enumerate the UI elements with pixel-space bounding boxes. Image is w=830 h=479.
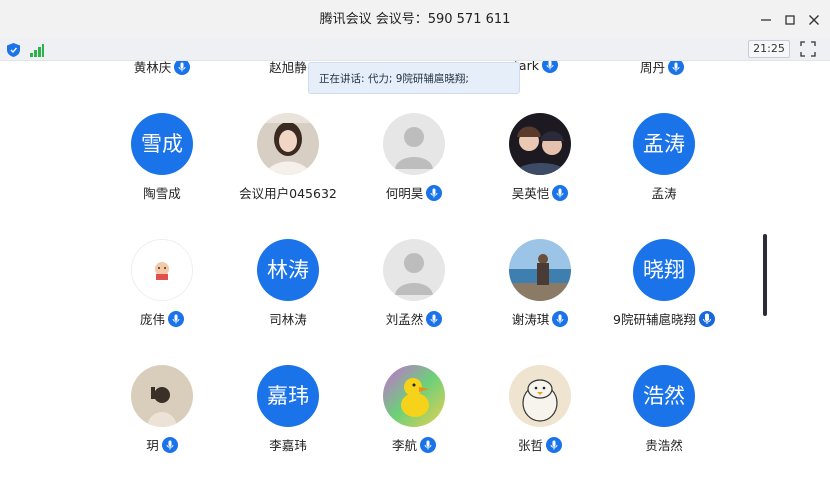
avatar: 孟涛: [633, 113, 695, 175]
participant-tile[interactable]: 嘉玮 李嘉玮: [226, 365, 350, 475]
default-avatar-icon: [383, 113, 445, 175]
avatar: 浩然: [633, 365, 695, 427]
participant-tile[interactable]: 张哲: [478, 365, 602, 475]
minimize-button[interactable]: [756, 10, 776, 30]
participant-tile[interactable]: 庞伟: [100, 239, 224, 349]
mic-icon: [174, 61, 191, 75]
avatar: [509, 365, 571, 427]
participant-name: 赵旭静: [269, 61, 307, 75]
participant-name: 司林涛: [269, 312, 307, 327]
participant-tile[interactable]: 刘孟然: [352, 239, 476, 349]
participant-tile[interactable]: 李航: [352, 365, 476, 475]
fullscreen-button[interactable]: [800, 41, 816, 57]
default-avatar-icon: [383, 239, 445, 301]
participant-name: 谢涛琪: [511, 312, 550, 327]
participant-name: 孟涛: [651, 186, 677, 201]
mic-icon: [426, 311, 443, 327]
title-bar: 腾讯会议 会议号：590 571 611: [0, 0, 830, 40]
avatar: 雪成: [131, 113, 193, 175]
mic-icon: [420, 437, 436, 453]
participant-name: 黄林庆: [133, 61, 172, 75]
close-button[interactable]: [804, 10, 824, 30]
mic-icon: [426, 185, 443, 201]
security-shield-icon[interactable]: [7, 42, 20, 57]
avatar: [383, 365, 445, 427]
mic-speaking-icon: [698, 311, 715, 327]
participant-tile[interactable]: 浩然 贵浩然: [602, 365, 726, 475]
speaking-indicator: 正在讲话: 代力; 9院研辅扈晓翔;: [308, 62, 520, 94]
meeting-timer: 21:25: [748, 40, 790, 58]
mic-icon: [668, 61, 684, 75]
participant-tile[interactable]: 会议用户045632: [226, 113, 350, 223]
participant-tile[interactable]: 玥: [100, 365, 224, 475]
maximize-button[interactable]: [780, 10, 800, 30]
mic-icon: [168, 311, 184, 327]
meeting-toolbar: 21:25: [0, 38, 830, 61]
participant-tile[interactable]: 吴英恺: [478, 113, 602, 223]
avatar: [131, 365, 193, 427]
participant-name: 李嘉玮: [269, 438, 307, 453]
participant-tile[interactable]: 孟涛 孟涛: [602, 113, 726, 223]
participant-name: 刘孟然: [385, 312, 424, 327]
participant-grid: 黄林庆 赵旭静 tark 周丹 雪成 陶雪成 会议用户045632 何明昊 吴英…: [0, 61, 830, 479]
participant-name: 9院研辅扈晓翔: [613, 312, 696, 327]
participant-tile[interactable]: 林涛 司林涛: [226, 239, 350, 349]
mic-icon: [552, 185, 569, 201]
participant-tile[interactable]: 雪成 陶雪成: [100, 113, 224, 223]
minimize-icon: [761, 19, 771, 21]
participant-name: 张哲: [517, 438, 543, 453]
avatar: 嘉玮: [257, 365, 319, 427]
window-title: 腾讯会议 会议号：590 571 611: [319, 12, 511, 27]
fullscreen-icon: [800, 41, 816, 57]
mic-icon: [546, 437, 562, 453]
participant-name: 庞伟: [139, 312, 165, 327]
close-icon: [809, 15, 819, 25]
participant-tile[interactable]: 谢涛琪: [478, 239, 602, 349]
avatar: [257, 113, 319, 175]
avatar: [131, 239, 193, 301]
participant-tile[interactable]: 何明昊: [352, 113, 476, 223]
participant-name: 玥: [146, 438, 159, 453]
mic-icon: [541, 61, 558, 73]
avatar: 林涛: [257, 239, 319, 301]
participant-name: 李航: [391, 438, 417, 453]
participant-name: 吴英恺: [511, 186, 550, 201]
network-signal-icon[interactable]: [30, 42, 44, 57]
participant-name: 周丹: [639, 61, 665, 75]
maximize-icon: [785, 15, 795, 25]
scrollbar-thumb[interactable]: [763, 234, 767, 316]
participant-name: 贵浩然: [645, 438, 683, 453]
participant-name: 会议用户045632: [239, 186, 337, 201]
mic-icon: [161, 437, 178, 453]
participant-name: 何明昊: [385, 186, 424, 201]
mic-icon: [552, 311, 569, 327]
participant-name: 陶雪成: [143, 186, 181, 201]
avatar: 晓翔: [633, 239, 695, 301]
avatar: [509, 239, 571, 301]
avatar: [509, 113, 571, 175]
participant-tile[interactable]: 晓翔 9院研辅扈晓翔: [602, 239, 726, 349]
